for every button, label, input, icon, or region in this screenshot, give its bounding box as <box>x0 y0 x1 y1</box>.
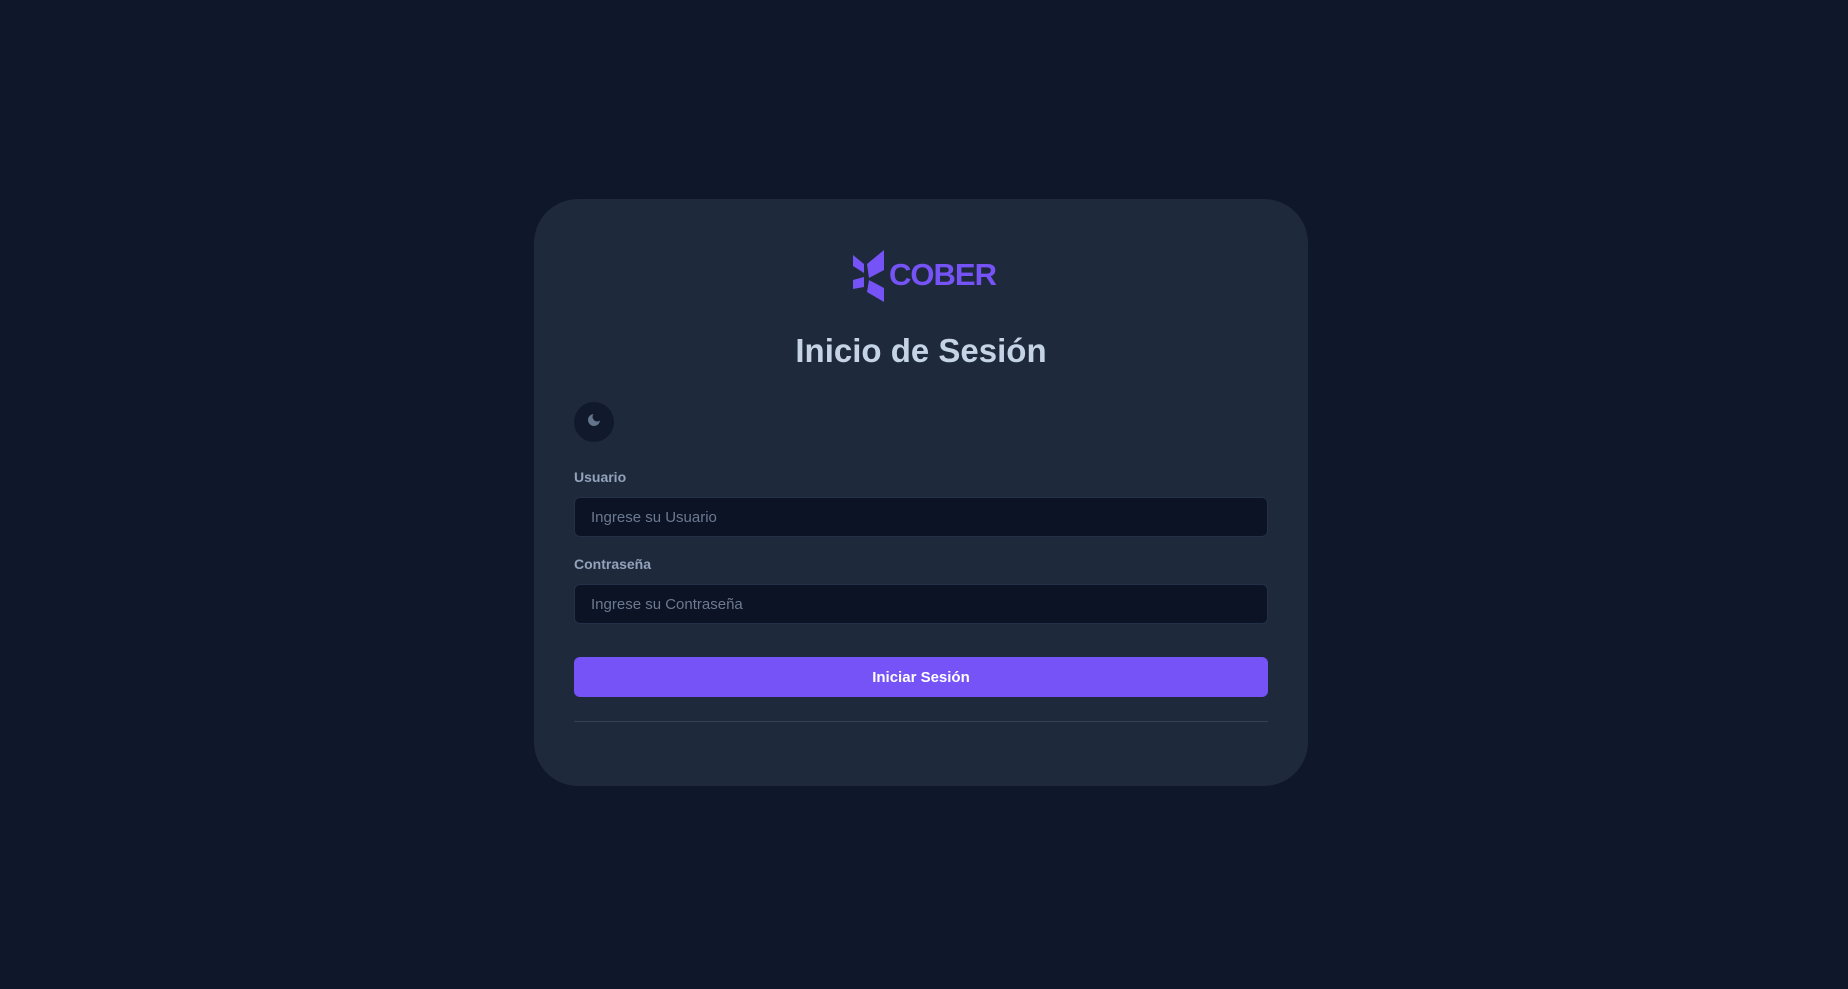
logo-mark-icon <box>852 242 886 304</box>
brand-logo: COBER <box>852 242 997 304</box>
username-input[interactable] <box>574 497 1268 537</box>
theme-toggle-button[interactable] <box>574 402 614 442</box>
page-title: Inicio de Sesión <box>795 332 1047 369</box>
moon-icon <box>586 412 602 433</box>
username-label: Usuario <box>574 469 627 485</box>
login-card: COBER Inicio de Sesión Usuario Contraseñ… <box>534 199 1308 786</box>
divider <box>574 721 1268 722</box>
logo-wordmark: COBER <box>889 256 997 292</box>
login-button[interactable]: Iniciar Sesión <box>574 657 1268 697</box>
password-input[interactable] <box>574 584 1268 624</box>
password-label: Contraseña <box>574 556 652 572</box>
